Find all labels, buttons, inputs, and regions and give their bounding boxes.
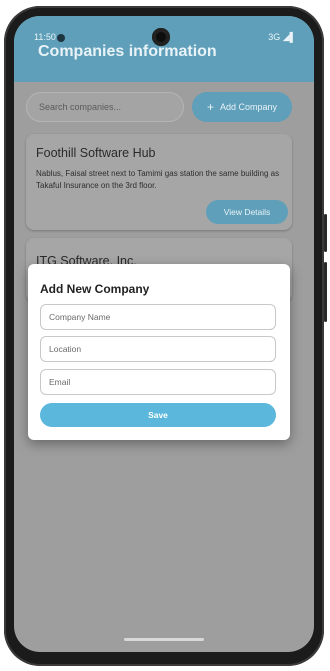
company-card: Foothill Software Hub Nablus, Faisal str… bbox=[26, 134, 292, 230]
page-title: Companies information bbox=[38, 43, 217, 60]
add-company-label: Add Company bbox=[219, 102, 278, 112]
status-time: 11:50 bbox=[34, 32, 56, 42]
app-screen: 11:50 3G ◢▌ Companies information + Add … bbox=[14, 16, 314, 652]
add-company-button[interactable]: + Add Company bbox=[192, 92, 292, 122]
home-indicator[interactable] bbox=[124, 638, 204, 641]
company-address: Nablus, Faisal street next to Tamimi gas… bbox=[36, 169, 280, 190]
view-details-button[interactable]: View Details bbox=[206, 200, 288, 224]
email-field[interactable] bbox=[40, 369, 276, 395]
signal-battery-icon: 3G ◢▌ bbox=[268, 32, 296, 42]
dialog-title: Add New Company bbox=[40, 282, 150, 296]
company-name: Foothill Software Hub bbox=[36, 146, 156, 160]
add-company-dialog: Add New Company Save bbox=[28, 264, 290, 440]
save-button[interactable]: Save bbox=[40, 403, 276, 427]
company-name-field[interactable] bbox=[40, 304, 276, 330]
search-input[interactable] bbox=[26, 92, 184, 122]
plus-icon: + bbox=[206, 100, 214, 114]
location-field[interactable] bbox=[40, 336, 276, 362]
notification-icon bbox=[57, 34, 65, 42]
volume-button bbox=[324, 262, 327, 322]
power-button bbox=[324, 214, 327, 252]
